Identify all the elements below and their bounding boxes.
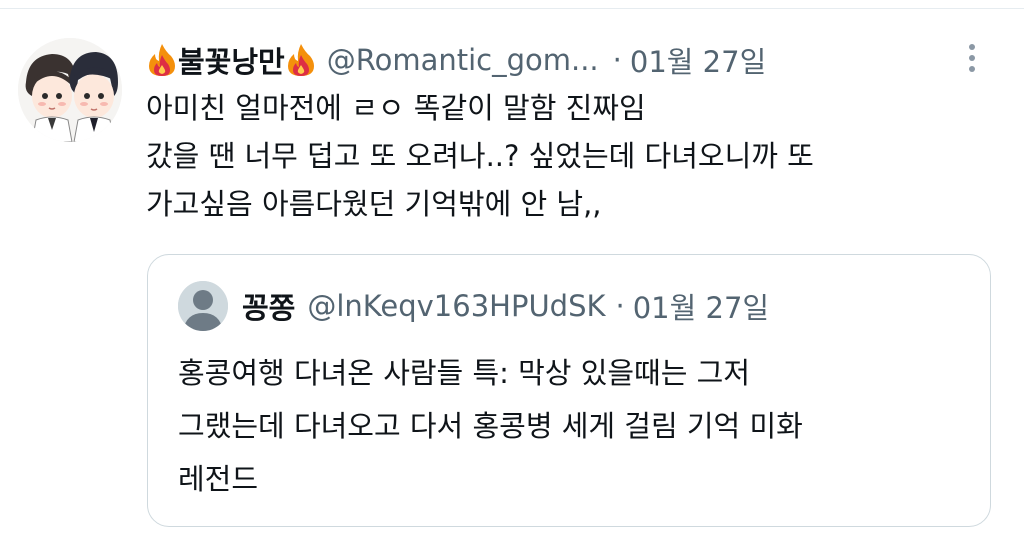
quoted-text-line: 홍콩여행 다녀온 사람들 특: 막상 있을때는 그저 — [178, 356, 751, 390]
display-name[interactable]: 불꽃낭만 — [178, 39, 285, 81]
tweet-text-line: 아미친 얼마전에 ㄹㅇ 똑같이 말함 진짜임 — [146, 91, 646, 125]
quoted-tweet-text: 홍콩여행 다녀온 사람들 특: 막상 있을때는 그저 그랬는데 다녀오고 다서 … — [178, 347, 978, 506]
quoted-text-line: 그랬는데 다녀오고 다서 홍콩병 세게 걸림 기억 미화 — [178, 409, 803, 443]
more-options-icon — [969, 44, 975, 50]
avatar[interactable] — [18, 38, 122, 142]
fire-icon — [287, 44, 314, 76]
more-options-button[interactable] — [952, 38, 992, 78]
more-options-icon-dot — [969, 55, 975, 61]
fire-icon — [149, 44, 175, 76]
tweet-header: 불꽃낭만 @Romantic_gom... · 01월 27일 — [146, 36, 766, 84]
quoted-display-name[interactable]: 꽁쫑 — [242, 285, 295, 327]
tweet-text: 아미친 얼마전에 ㄹㅇ 똑같이 말함 진짜임 갔을 땐 너무 덥고 또 오려나.… — [146, 84, 1006, 228]
tweet-timestamp[interactable]: 01월 27일 — [630, 39, 766, 81]
quoted-user-handle[interactable]: @lnKeqv163HPUdSK — [307, 289, 605, 323]
top-divider — [0, 8, 1024, 9]
quoted-tweet-card[interactable]: 꽁쫑 @lnKeqv163HPUdSK · 01월 27일 홍콩여행 다녀온 사… — [147, 254, 991, 527]
quoted-text-line: 레전드 — [178, 462, 259, 496]
quoted-tweet-header: 꽁쫑 @lnKeqv163HPUdSK · 01월 27일 — [242, 281, 769, 331]
more-options-icon-dot — [969, 66, 975, 72]
quoted-separator-dot: · — [615, 289, 625, 323]
default-avatar-icon[interactable] — [178, 281, 228, 331]
user-handle[interactable]: @Romantic_gom... — [327, 43, 599, 77]
tweet-text-line: 가고싶음 아름다웠던 기억밖에 안 남,, — [146, 187, 602, 221]
avatar-illustration — [18, 38, 122, 142]
tweet-text-line: 갔을 땐 너무 덥고 또 오려나..? 싶었는데 다녀오니까 또 — [146, 139, 814, 173]
separator-dot: · — [612, 43, 622, 77]
quoted-tweet-timestamp[interactable]: 01월 27일 — [633, 285, 769, 327]
